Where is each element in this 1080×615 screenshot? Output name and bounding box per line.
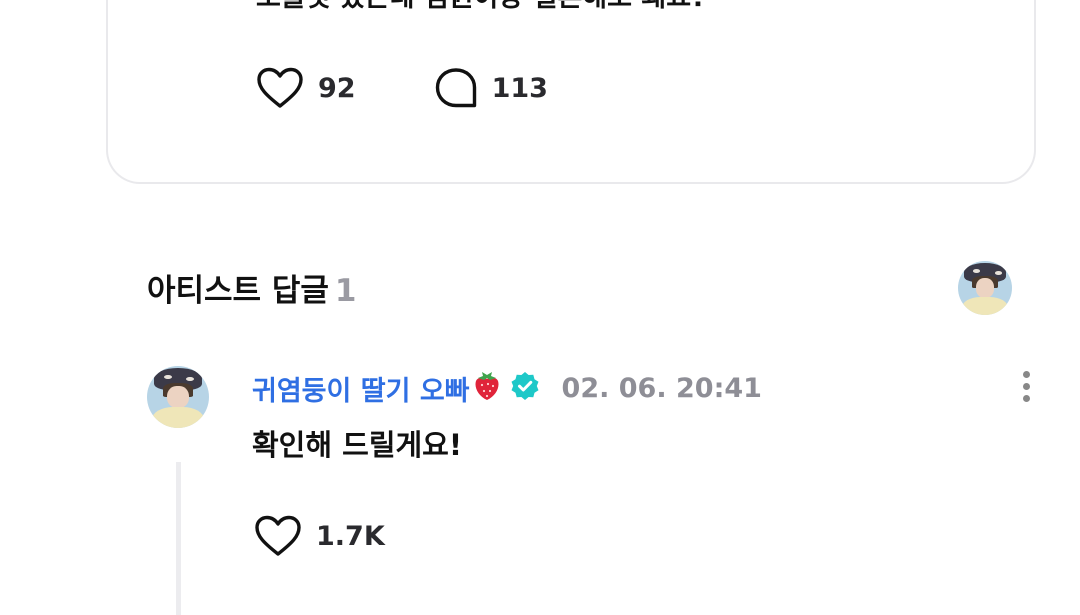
artist-replies-title: 아티스트 답글 [147, 273, 329, 309]
post-comment-button[interactable]: 113 [434, 67, 548, 109]
post-like-count: 92 [318, 72, 356, 104]
artist-replies-count: 1 [334, 273, 357, 309]
comment-like-button[interactable]: 1.7K [254, 515, 385, 557]
artist-avatar[interactable] [958, 261, 1012, 315]
comment-author-name[interactable]: 귀염둥이 딸기 오빠 [252, 369, 470, 408]
post-like-button[interactable]: 92 [256, 67, 356, 109]
comment-timestamp: 02. 06. 20:41 [561, 372, 762, 404]
comment-header: 귀염둥이 딸기 오빠 02. 06. 20:41 [252, 368, 762, 408]
comment-bubble-icon [435, 68, 476, 108]
more-vertical-icon[interactable] [1016, 371, 1036, 405]
thread-line [176, 462, 181, 615]
strawberry-icon [472, 370, 502, 406]
post-actions: 92 113 [256, 66, 548, 110]
post-text: 초콜릿 샀는데 점원이랑 결혼해도 돼요? [256, 0, 707, 14]
heart-icon [257, 67, 303, 108]
comment-author-avatar[interactable] [147, 366, 209, 428]
comment-like-count: 1.7K [316, 520, 385, 552]
post-comment-count: 113 [491, 72, 548, 104]
comment-text: 확인해 드릴게요! [252, 428, 463, 462]
post-card[interactable]: 초콜릿 샀는데 점원이랑 결혼해도 돼요? 92 113 [106, 0, 1036, 184]
verified-badge-icon [510, 371, 540, 405]
heart-icon [255, 515, 301, 556]
comment-actions: 1.7K [254, 514, 385, 558]
artist-replies-heading: 아티스트 답글 1 [147, 265, 357, 310]
